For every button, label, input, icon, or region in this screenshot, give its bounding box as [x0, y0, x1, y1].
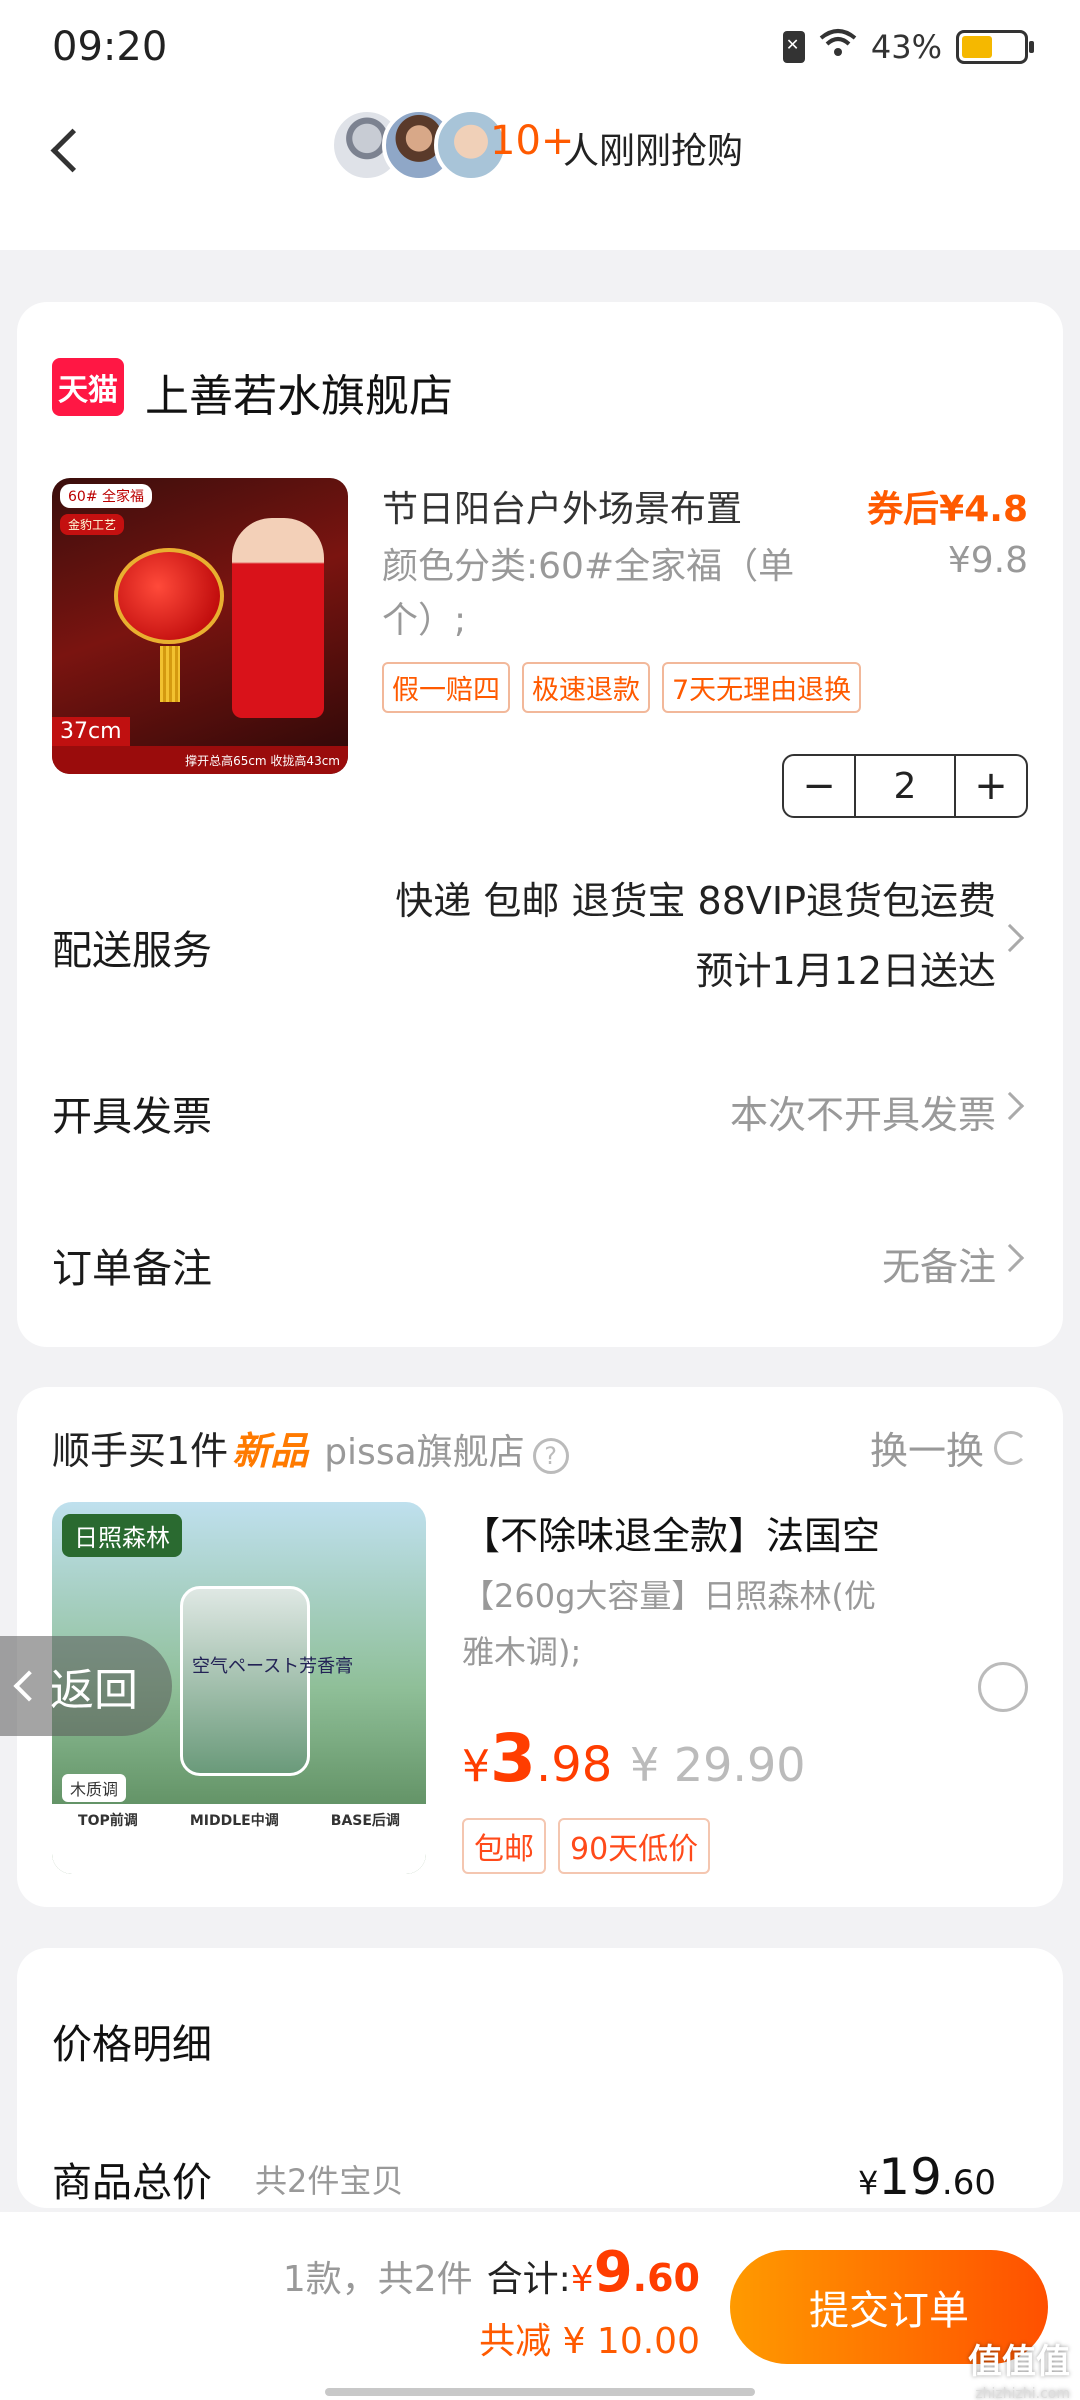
new-tag: 新品	[232, 1429, 309, 1473]
product-variant[interactable]: 颜色分类:60#全家福（单个）;	[382, 540, 842, 648]
addon-head-text: 顺手买1件	[52, 1429, 229, 1473]
buyer-avatars	[330, 108, 508, 182]
watermark-logo: 值值值	[968, 2342, 1070, 2382]
header-bar: 10+ 人刚刚抢购	[0, 100, 1080, 250]
goods-total-yen: ¥	[857, 2164, 879, 2202]
goods-total-label: 商品总价	[52, 2160, 212, 2206]
float-back-button[interactable]: 返回	[0, 1636, 172, 1736]
shop-name[interactable]: 上善若水旗舰店	[145, 360, 453, 424]
home-indicator[interactable]	[325, 2388, 755, 2396]
badge-90day-low-price: 90天低价	[558, 1818, 711, 1874]
sum-price: ¥ 9 .60	[571, 2240, 700, 2305]
note-middle: MIDDLE中调	[189, 1813, 279, 1829]
battery-level: 43%	[870, 28, 942, 66]
sum-line: 1款，共2件 合计: ¥ 9 .60	[283, 2240, 700, 2305]
addon-original-price: ¥ 29.90	[630, 1738, 806, 1792]
service-badges: 假一赔四 极速退款 7天无理由退换	[382, 662, 862, 713]
badge-free-shipping: 包邮	[462, 1818, 546, 1874]
addon-select-radio[interactable]	[978, 1662, 1028, 1712]
refresh-icon	[994, 1430, 1028, 1465]
sum-price-int: 9	[593, 2240, 633, 2305]
addon-badges: 包邮 90天低价	[462, 1818, 711, 1874]
sum-price-yen: ¥	[570, 2259, 594, 2300]
recent-buyers-text: 人刚刚抢购	[563, 131, 744, 172]
quantity-value[interactable]: 2	[854, 756, 956, 816]
delivery-services[interactable]: 快递 包邮 退货宝 88VIP退货包运费	[395, 870, 996, 925]
jar-text: 空气ペースト芳香膏	[192, 1656, 354, 1677]
goods-count: 共2件宝贝	[255, 2162, 404, 2200]
back-icon[interactable]	[36, 120, 96, 180]
swap-button[interactable]: 换一换	[870, 1420, 1028, 1475]
goods-total-dec: .60	[941, 2163, 996, 2203]
note-top: TOP前调	[78, 1813, 138, 1829]
minus-button[interactable]: −	[784, 756, 854, 816]
quantity-stepper: − 2 +	[782, 754, 1028, 818]
order-note-value[interactable]: 无备注	[882, 1236, 996, 1291]
image-tag: 60# 全家福	[60, 484, 152, 508]
delivery-eta[interactable]: 预计1月12日送达	[695, 940, 996, 995]
fragrance-notes: TOP前调 MIDDLE中调 BASE后调	[52, 1804, 426, 1874]
watermark-domain: zhizhizhi.com	[975, 2386, 1070, 2400]
tassel-graphic	[160, 646, 180, 702]
image-subtag: 金豹工艺	[60, 514, 125, 535]
addon-variant[interactable]: 【260g大容量】日照森林(优雅木调);	[462, 1568, 892, 1680]
status-time: 09:20	[52, 24, 168, 70]
wifi-icon	[819, 28, 857, 66]
invoice-value[interactable]: 本次不开具发票	[730, 1084, 996, 1139]
tmall-logo: 天猫	[52, 358, 124, 416]
item-count: 1款，共2件	[282, 2259, 473, 2300]
addon-header: 顺手买1件 新品 pissa旗舰店 ?	[52, 1420, 569, 1475]
image-size-tag: 37cm	[52, 717, 130, 746]
badge-7day-return: 7天无理由退换	[662, 662, 862, 713]
addon-image-label: 日照森林	[62, 1514, 182, 1557]
addon-image-mood: 木质调	[62, 1774, 127, 1802]
addon-price-yen: ¥	[462, 1741, 490, 1792]
original-price: ¥9.8	[947, 540, 1028, 581]
recent-buyers-count: 10+	[490, 118, 575, 164]
sum-price-dec: .60	[632, 2256, 700, 2300]
badge-fast-refund: 极速退款	[522, 662, 650, 713]
swap-label: 换一换	[869, 1429, 984, 1473]
plus-button[interactable]: +	[956, 756, 1026, 816]
status-icons: 43%	[782, 28, 1034, 66]
coupon-price: 券后¥4.8	[867, 489, 1028, 530]
shop-order-card	[17, 302, 1063, 1347]
help-icon[interactable]: ?	[532, 1438, 569, 1474]
note-base: BASE后调	[330, 1813, 400, 1829]
jar-graphic	[180, 1586, 310, 1776]
product-title[interactable]: 节日阳台户外场景布置	[382, 480, 742, 532]
lantern-graphic	[114, 548, 224, 644]
price-detail-title: 价格明细	[52, 2022, 212, 2068]
image-bottom-text: 撑开总高65cm 收拢高43cm	[52, 746, 348, 774]
addon-price: ¥ 3 .98	[462, 1720, 612, 1797]
chevron-left-icon	[13, 1670, 45, 1702]
badge-fake-compensation: 假一赔四	[382, 662, 510, 713]
delivery-label: 配送服务	[52, 928, 212, 974]
site-watermark: 值值值 zhizhizhi.com	[968, 2342, 1070, 2400]
goods-total: ¥ 19 .60	[858, 2148, 996, 2206]
float-back-label: 返回	[50, 1665, 138, 1716]
total-saving: 共减 ¥ 10.00	[479, 2321, 700, 2362]
product-image[interactable]: 60# 全家福 金豹工艺 37cm 撑开总高65cm 收拢高43cm	[52, 478, 348, 774]
addon-shop-name[interactable]: pissa旗舰店	[324, 1423, 524, 1475]
no-sim-icon	[782, 31, 805, 63]
order-note-label: 订单备注	[52, 1246, 212, 1292]
sum-label: 合计:	[486, 2259, 571, 2300]
battery-icon	[956, 30, 1034, 64]
addon-title[interactable]: 【不除味退全款】法国空	[462, 1505, 880, 1560]
invoice-label: 开具发票	[52, 1094, 212, 1140]
goods-total-int: 19	[878, 2148, 942, 2206]
addon-price-int: 3	[490, 1720, 536, 1797]
addon-price-dec: .98	[535, 1737, 613, 1793]
model-graphic	[232, 518, 324, 718]
